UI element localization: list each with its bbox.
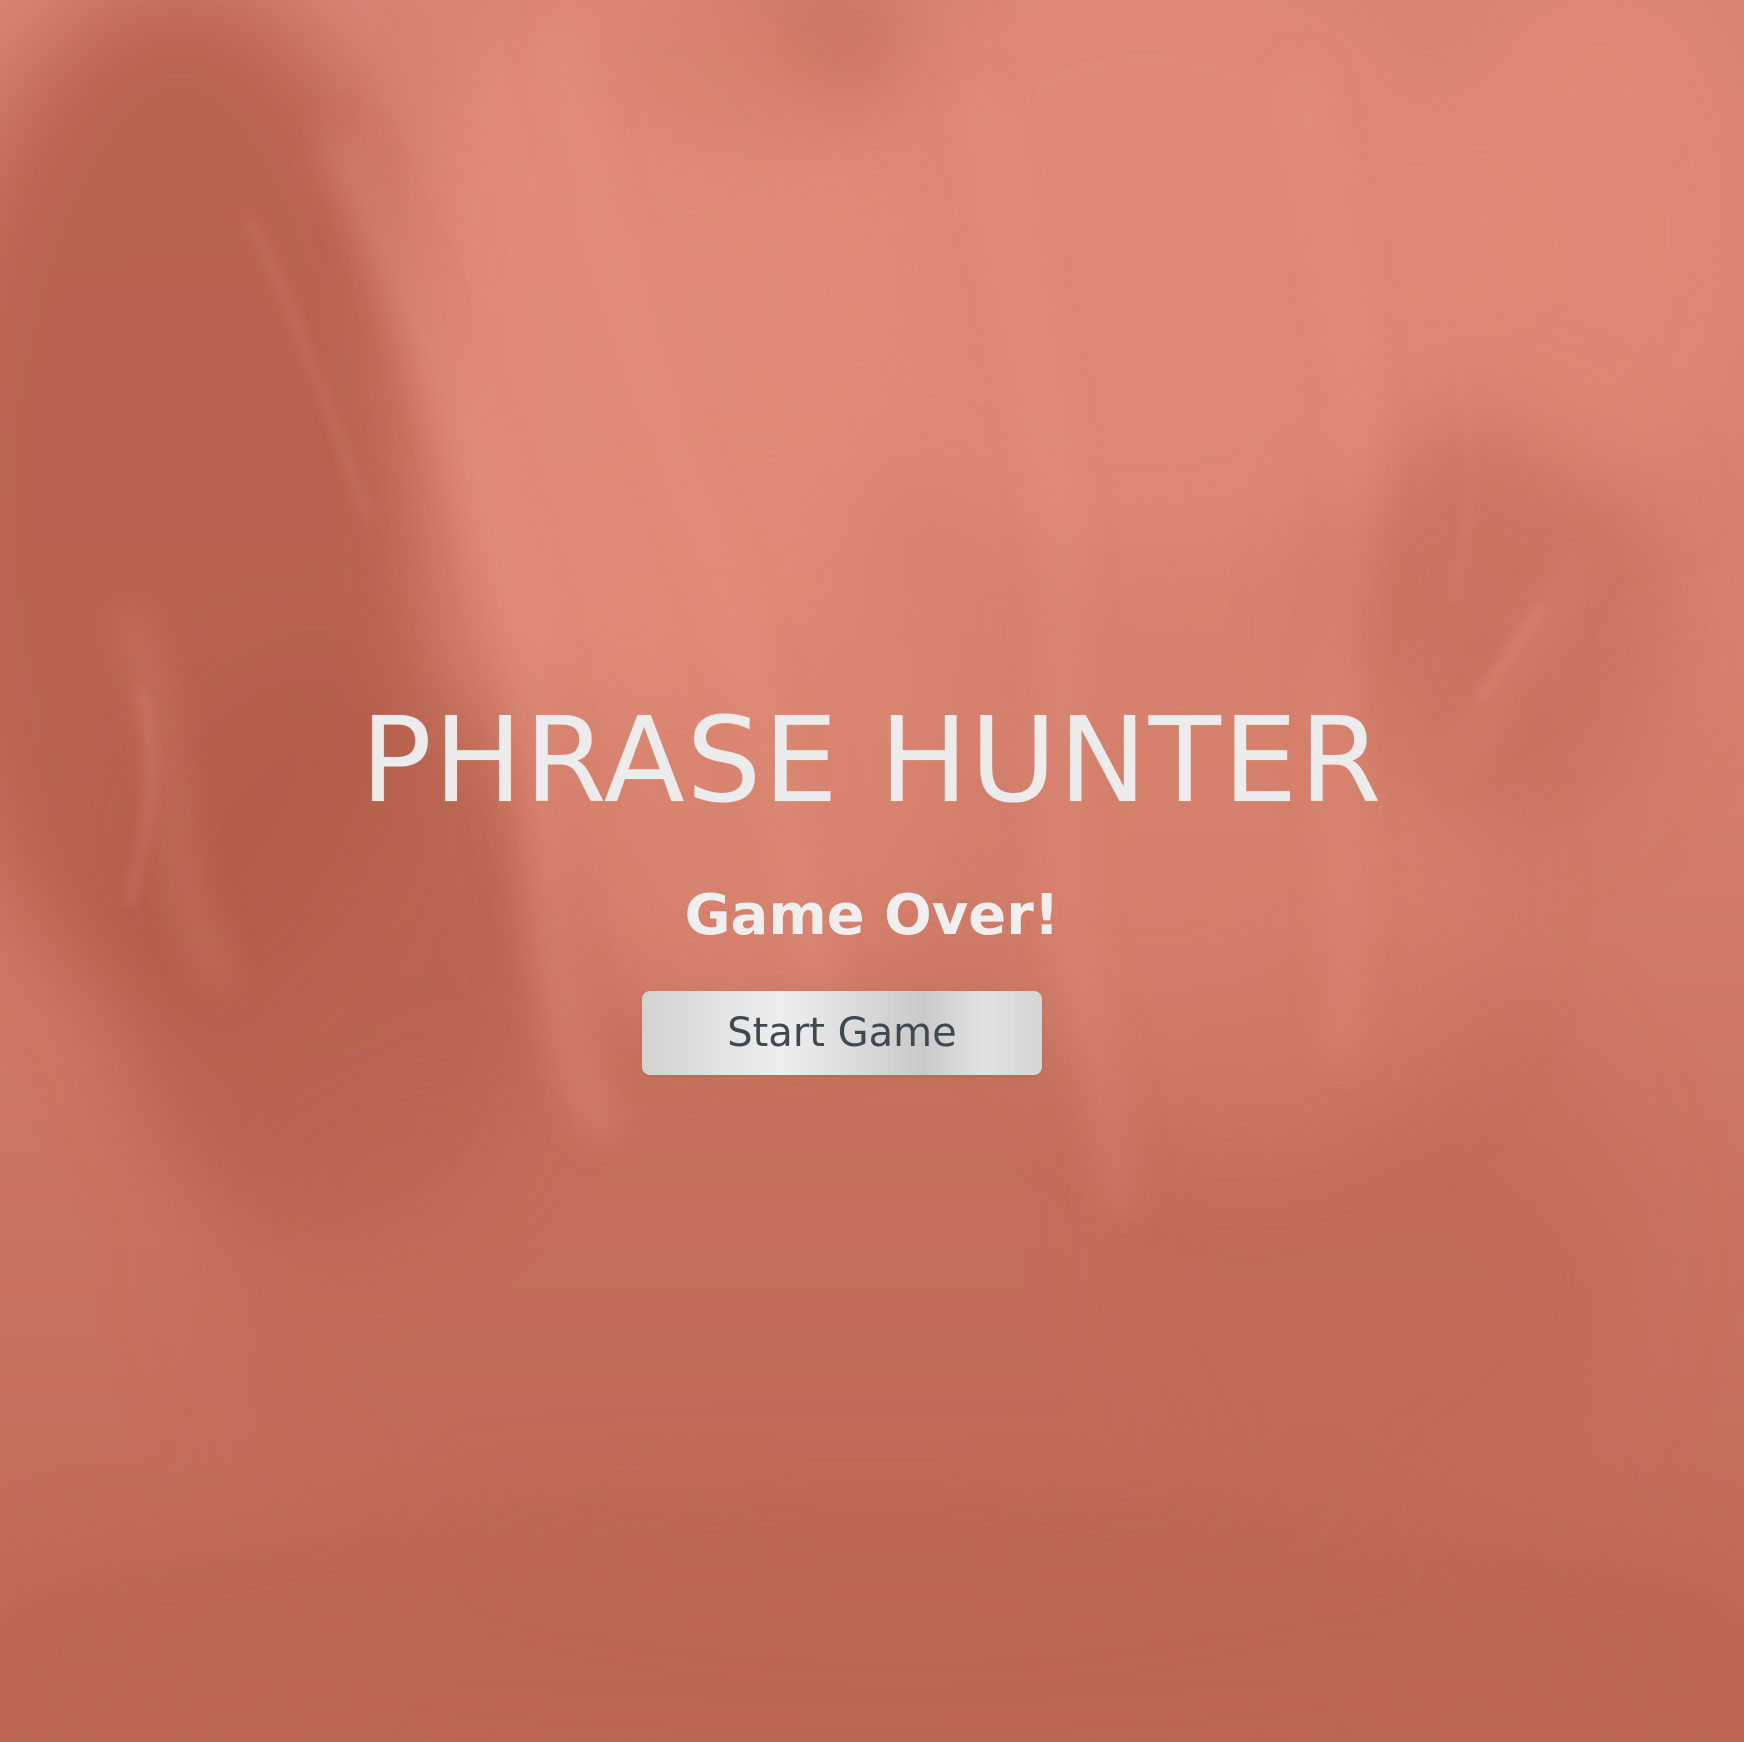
start-overlay: PHRASE HUNTER Game Over! Start Game: [0, 0, 1744, 1742]
game-over-message: Game Over!: [684, 883, 1060, 948]
start-game-button[interactable]: Start Game: [642, 991, 1042, 1075]
game-title: PHRASE HUNTER: [360, 691, 1384, 829]
